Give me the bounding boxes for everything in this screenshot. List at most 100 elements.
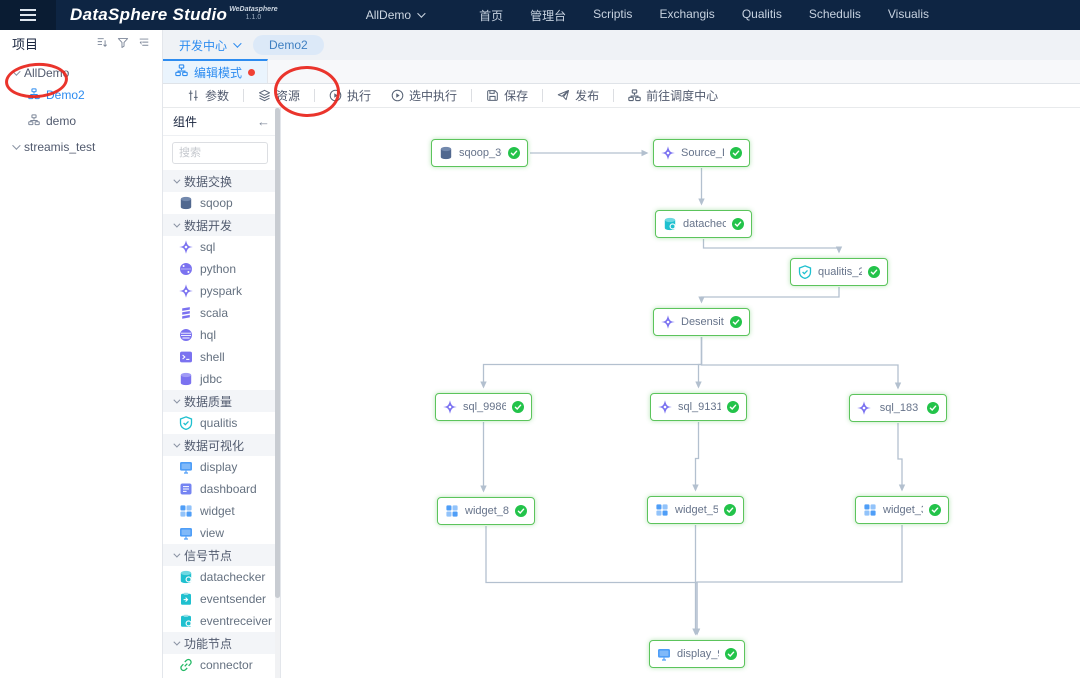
- category-label: 功能节点: [184, 635, 232, 652]
- tab-edit-mode[interactable]: 编辑模式: [163, 59, 268, 83]
- datasphere-studio-app: DataSphere Studio WeDatasphere 1.1.0 All…: [0, 0, 1080, 678]
- sliders-icon: [187, 89, 200, 102]
- chevron-down-icon: [173, 638, 180, 645]
- qualitis-icon: [798, 265, 812, 279]
- workspace-select[interactable]: AllDemo: [366, 8, 423, 22]
- status-success-icon: [730, 316, 742, 328]
- tree-item-alldemo[interactable]: AllDemo: [0, 62, 162, 84]
- hql-icon: [179, 328, 193, 342]
- component-item-label: jdbc: [200, 372, 222, 386]
- component-item-widget[interactable]: widget: [163, 500, 280, 522]
- node-sql_9986[interactable]: sql_9986: [435, 393, 532, 421]
- shell-icon: [179, 350, 193, 364]
- app-logo: DataSphere Studio WeDatasphere 1.1.0: [70, 5, 278, 25]
- component-item-label: widget: [200, 504, 235, 518]
- component-category-header[interactable]: 数据交换: [163, 170, 280, 192]
- component-category-header[interactable]: 信号节点: [163, 544, 280, 566]
- tree-item-label: demo: [46, 114, 76, 128]
- component-category-header[interactable]: 功能节点: [163, 632, 280, 654]
- node-sqoop_3679[interactable]: sqoop_3679: [431, 139, 528, 167]
- display-icon: [179, 460, 193, 474]
- nav-item-schedulis[interactable]: Schedulis: [809, 7, 861, 24]
- component-category-header[interactable]: 数据质量: [163, 390, 280, 412]
- component-item-scala[interactable]: scala: [163, 302, 280, 324]
- save-button[interactable]: 保存: [476, 87, 538, 104]
- component-item-view[interactable]: view: [163, 522, 280, 544]
- component-item-jdbc[interactable]: jdbc: [163, 368, 280, 390]
- component-item-eventsender[interactable]: eventsender: [163, 588, 280, 610]
- node-source_data[interactable]: Source_Data: [653, 139, 750, 167]
- chevron-down-icon: [12, 141, 20, 149]
- component-item-shell[interactable]: shell: [163, 346, 280, 368]
- component-item-pyspark[interactable]: pyspark: [163, 280, 280, 302]
- goto-scheduler-button[interactable]: 前往调度中心: [618, 87, 728, 104]
- component-item-dashboard[interactable]: dashboard: [163, 478, 280, 500]
- node-qualitis_2000[interactable]: qualitis_2000: [790, 258, 888, 286]
- nav-item-qualitis[interactable]: Qualitis: [742, 7, 782, 24]
- component-search-input[interactable]: [172, 142, 268, 164]
- hamburger-menu-icon[interactable]: [0, 0, 56, 30]
- node-datachecker_x[interactable]: datachecker...: [655, 210, 752, 238]
- component-category-header[interactable]: 数据开发: [163, 214, 280, 236]
- dev-center-dropdown[interactable]: 开发中心: [179, 37, 239, 54]
- node-display_9653[interactable]: display_9653: [649, 640, 745, 668]
- status-success-icon: [725, 648, 737, 660]
- workflow-icon: [175, 64, 188, 80]
- tree-item-demo[interactable]: demo: [0, 110, 162, 132]
- category-label: 数据交换: [184, 173, 232, 190]
- params-button[interactable]: 参数: [177, 87, 239, 104]
- collapse-panel-icon[interactable]: ←: [257, 114, 270, 129]
- component-item-sql[interactable]: sql: [163, 236, 280, 258]
- node-widget_3197[interactable]: widget_3197: [855, 496, 949, 524]
- node-desensitized_x[interactable]: Desensitized...: [653, 308, 750, 336]
- component-item-python[interactable]: python: [163, 258, 280, 280]
- sort-icon[interactable]: [96, 37, 108, 49]
- button-label: 前往调度中心: [646, 87, 718, 104]
- node-sql_9131[interactable]: sql_9131: [650, 393, 747, 421]
- component-scrollbar[interactable]: [275, 108, 280, 678]
- nav-item-home[interactable]: 首页: [479, 7, 503, 24]
- component-item-label: scala: [200, 306, 228, 320]
- node-label: Source_Data: [681, 147, 724, 159]
- component-item-display[interactable]: display: [163, 456, 280, 478]
- nav-item-console[interactable]: 管理台: [530, 7, 566, 24]
- dev-center-label: 开发中心: [179, 37, 227, 54]
- nav-item-exchangis[interactable]: Exchangis: [659, 7, 714, 24]
- component-item-label: qualitis: [200, 416, 237, 430]
- run-selected-button[interactable]: 选中执行: [381, 87, 467, 104]
- component-item-hql[interactable]: hql: [163, 324, 280, 346]
- component-item-datachecker[interactable]: datachecker: [163, 566, 280, 588]
- button-label: 选中执行: [409, 87, 457, 104]
- component-item-label: eventreceiver: [200, 614, 272, 628]
- resources-button[interactable]: 资源: [248, 87, 310, 104]
- component-item-sqoop[interactable]: sqoop: [163, 192, 280, 214]
- jdbc-icon: [179, 372, 193, 386]
- sql-icon: [179, 240, 193, 254]
- display-icon: [657, 647, 671, 661]
- component-item-connector[interactable]: connector: [163, 654, 280, 676]
- nav-item-scriptis[interactable]: Scriptis: [593, 7, 632, 24]
- eventsender-icon: [179, 592, 193, 606]
- component-panel-title: 组件: [173, 113, 197, 130]
- status-success-icon: [732, 218, 744, 230]
- collapse-list-icon[interactable]: [138, 37, 150, 49]
- publish-button[interactable]: 发布: [547, 87, 609, 104]
- project-sidebar: 项目 AllDemoDemo2demostreamis_test: [0, 30, 163, 678]
- project-tree: AllDemoDemo2 demo streamis_test: [0, 56, 162, 158]
- run-button[interactable]: 执行: [319, 87, 381, 104]
- nav-item-visualis[interactable]: Visualis: [888, 7, 929, 24]
- tree-item-demo2[interactable]: Demo2: [0, 84, 162, 106]
- component-item-eventreceiver[interactable]: eventreceiver: [163, 610, 280, 632]
- component-item-label: shell: [200, 350, 225, 364]
- workflow-canvas[interactable]: sqoop_3679 Source_Data datachecker... quali…: [281, 108, 1080, 678]
- main-area: 开发中心 Demo2 编辑模式 参数资源执行 选中执行 保存发布 前往调度中心 组件: [163, 30, 1080, 678]
- tree-item-streamis_test[interactable]: streamis_test: [0, 136, 162, 158]
- tab-demo2[interactable]: Demo2: [253, 35, 324, 55]
- filter-icon[interactable]: [117, 37, 129, 49]
- node-widget_8097[interactable]: widget_8097: [437, 497, 535, 525]
- component-category-header[interactable]: 数据可视化: [163, 434, 280, 456]
- node-widget_5045[interactable]: widget_5045: [647, 496, 744, 524]
- component-item-qualitis[interactable]: qualitis: [163, 412, 280, 434]
- node-sql_183[interactable]: sql_183: [849, 394, 947, 422]
- node-label: widget_5045: [675, 504, 718, 516]
